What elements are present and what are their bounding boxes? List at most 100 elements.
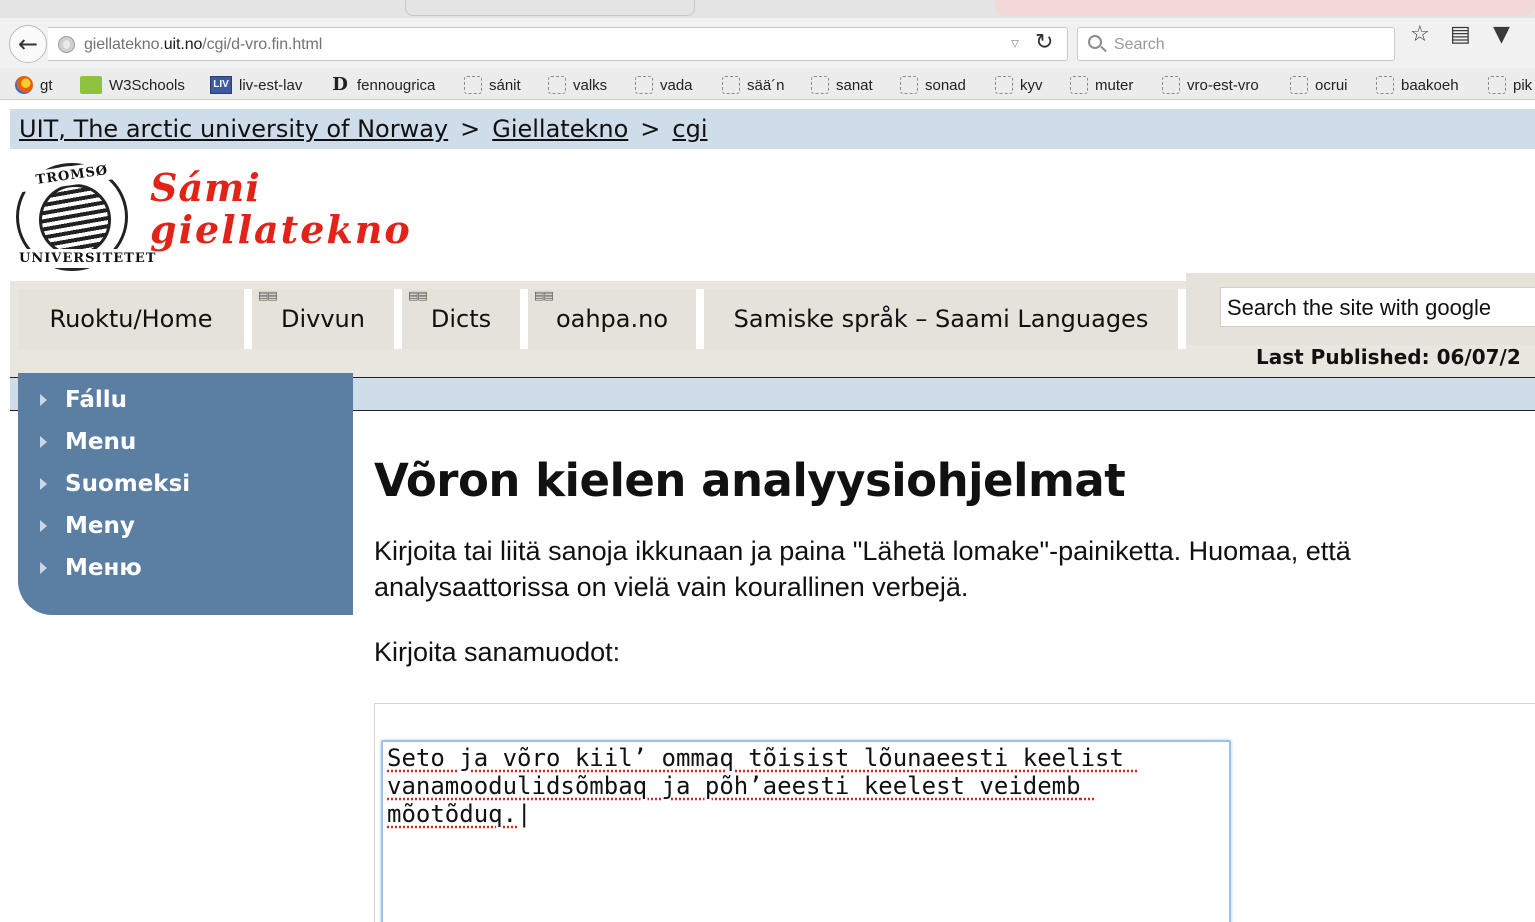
bookmark-star-icon[interactable]: ☆ <box>1410 24 1430 46</box>
bookmark-liv-est-lav[interactable]: LIV liv-est-lav <box>210 75 302 95</box>
browser-tab[interactable] <box>405 0 695 16</box>
sidebar-menu: Fállu Menu Suomeksi Meny Меню <box>18 373 353 615</box>
top-navigation: Ruoktu/Home ▤▤ Divvun ▤▤ Dicts ▤▤ oahpa.no … <box>10 273 1535 377</box>
sidebar-item-label: Suomeksi <box>65 471 191 497</box>
main-content: Võron kielen analyysiohjelmat Kirjoita t… <box>374 453 1534 668</box>
sidebar-item-suomeksi[interactable]: Suomeksi <box>18 463 353 505</box>
fennougrica-icon: D <box>332 74 348 95</box>
url-text: giellatekno.uit.no/cgi/d-vro.fin.html <box>84 36 323 53</box>
back-arrow-icon: ← <box>17 30 39 58</box>
nav-tab-home[interactable]: Ruoktu/Home <box>18 289 252 349</box>
bookmark-valks[interactable]: valks <box>548 75 607 95</box>
textarea-text: Seto ja võro kiil’ ommaq tõisist lõunaee… <box>387 744 1139 828</box>
last-published-label: Last Published: 06/07/2 <box>1256 345 1521 369</box>
folder-icon <box>464 76 482 94</box>
browser-tab-active[interactable] <box>995 0 1535 16</box>
nav-tab-label: Samiske språk – Saami Languages <box>733 305 1149 333</box>
sidebar-item-label: Menu <box>65 429 137 455</box>
folder-icon <box>722 76 740 94</box>
bookmarks-bar: gt W3Schools LIV liv-est-lav Dfennougrica… <box>0 68 1535 100</box>
bookmark-pik[interactable]: pik <box>1488 75 1532 95</box>
breadcrumb-separator: > <box>460 115 481 143</box>
triangle-right-icon <box>40 562 47 574</box>
logo-line-sami: Sámi <box>150 165 261 210</box>
word-forms-textarea[interactable]: Seto ja võro kiil’ ommaq tõisist lõunaee… <box>381 740 1231 922</box>
folder-icon <box>548 76 566 94</box>
external-link-icon: ▤▤ <box>408 289 428 302</box>
breadcrumb-giellatekno[interactable]: Giellatekno <box>492 115 628 143</box>
web-page: UIT, The arctic university of Norway > Gie… <box>10 101 1535 922</box>
liv-icon: LIV <box>210 76 232 94</box>
bookmark-vro-est-vro[interactable]: vro-est-vro <box>1162 75 1259 95</box>
bookmark-fennougrica[interactable]: Dfennougrica <box>330 75 435 95</box>
intro-text: Kirjoita tai liitä sanoja ikkunaan ja pa… <box>374 536 1351 602</box>
folder-icon <box>635 76 653 94</box>
bookmark-muter[interactable]: muter <box>1070 75 1133 95</box>
browser-navbar: ← giellatekno.uit.no/cgi/d-vro.fin.html … <box>0 18 1535 68</box>
nav-tab-samiske-sprak[interactable]: Samiske språk – Saami Languages <box>704 289 1186 349</box>
triangle-right-icon <box>40 394 47 406</box>
sami-giellatekno-logo[interactable]: Sámi giellatekno <box>150 167 412 251</box>
site-search-input[interactable]: Search the site with google <box>1220 287 1535 327</box>
bookmark-w3schools[interactable]: W3Schools <box>80 75 185 95</box>
bookmark-sanat[interactable]: sanat <box>811 75 873 95</box>
folder-icon <box>1162 76 1180 94</box>
university-seal-logo[interactable]: TROMSØ UNIVERSITETET <box>16 158 155 271</box>
url-bar[interactable]: giellatekno.uit.no/cgi/d-vro.fin.html ▿ … <box>48 27 1068 61</box>
folder-icon <box>1070 76 1088 94</box>
sidebar-item-label: Meny <box>65 513 135 539</box>
external-link-icon: ▤▤ <box>258 289 278 302</box>
w3schools-icon <box>80 76 102 94</box>
nav-tab-dicts[interactable]: ▤▤ Dicts <box>402 289 528 349</box>
back-button[interactable]: ← <box>9 25 47 63</box>
bookmark-sanit[interactable]: sánit <box>464 75 521 95</box>
sidebar-item-fallu[interactable]: Fállu <box>18 379 353 421</box>
triangle-right-icon <box>40 520 47 532</box>
browser-search-placeholder: Search <box>1114 36 1165 53</box>
nav-tab-label: Divvun <box>281 305 365 333</box>
search-icon <box>1088 35 1102 49</box>
sidebar-item-menu[interactable]: Menu <box>18 421 353 463</box>
firefox-icon <box>15 76 33 94</box>
sidebar-item-meny[interactable]: Meny <box>18 505 353 547</box>
browser-search-input[interactable]: Search <box>1077 27 1395 61</box>
folder-icon <box>995 76 1013 94</box>
bookmark-ocrui[interactable]: ocrui <box>1290 75 1348 95</box>
bookmark-saan[interactable]: sää´n <box>722 75 785 95</box>
triangle-right-icon <box>40 436 47 448</box>
globe-icon <box>58 36 75 53</box>
input-prompt-label: Kirjoita sanamuodot: <box>374 637 621 667</box>
external-link-icon: ▤▤ <box>534 289 554 302</box>
breadcrumb: UIT, The arctic university of Norway > Gie… <box>10 109 1535 149</box>
bookmark-sonad[interactable]: sonad <box>900 75 966 95</box>
nav-tab-label: Ruoktu/Home <box>49 305 213 333</box>
breadcrumb-separator: > <box>640 115 661 143</box>
folder-icon <box>1290 76 1308 94</box>
breadcrumb-trail: UIT, The arctic university of Norway > Gie… <box>19 115 708 143</box>
bookmark-baakoeh[interactable]: baakoeh <box>1376 75 1459 95</box>
folder-icon <box>900 76 918 94</box>
browser-tab-strip <box>0 0 1535 18</box>
sidebar-item-menyu-russian[interactable]: Меню <box>18 547 353 589</box>
folder-icon <box>811 76 829 94</box>
nav-tab-divvun[interactable]: ▤▤ Divvun <box>252 289 402 349</box>
nav-tab-oahpa[interactable]: ▤▤ oahpa.no <box>528 289 704 349</box>
reload-icon[interactable]: ↻ <box>1035 30 1053 55</box>
nav-tab-label: Dicts <box>430 305 492 333</box>
url-dropdown-icon[interactable]: ▿ <box>1011 33 1019 52</box>
reading-list-icon[interactable]: ▤ <box>1450 24 1471 46</box>
breadcrumb-uit[interactable]: UIT, The arctic university of Norway <box>19 115 448 143</box>
bookmark-vada[interactable]: vada <box>635 75 693 95</box>
sidebar-item-label: Fállu <box>65 387 128 413</box>
nav-tab-label: oahpa.no <box>555 305 669 333</box>
breadcrumb-cgi[interactable]: cgi <box>672 115 707 143</box>
analysis-form: Seto ja võro kiil’ ommaq tõisist lõunaee… <box>374 703 1535 922</box>
pocket-icon[interactable]: ▼ <box>1493 24 1510 46</box>
folder-icon <box>1376 76 1394 94</box>
seal-top-text: TROMSØ <box>18 158 126 193</box>
site-search-panel: Search the site with google <box>1186 273 1535 345</box>
bookmark-kyv[interactable]: kyv <box>995 75 1043 95</box>
bookmark-gt[interactable]: gt <box>15 75 53 95</box>
sidebar-item-label: Меню <box>65 555 142 581</box>
logo-line-giellatekno: giellatekno <box>150 207 412 252</box>
